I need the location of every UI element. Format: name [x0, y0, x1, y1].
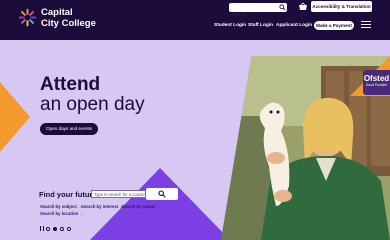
carousel-dot[interactable]: [60, 226, 64, 231]
orange-triangle-decoration: [0, 82, 30, 152]
ofsted-title: Ofsted: [363, 74, 390, 83]
ofsted-subtitle: Good Provider: [365, 83, 388, 87]
make-payment-button[interactable]: Make a Payment: [314, 21, 354, 30]
basket-icon[interactable]: [298, 2, 308, 12]
search-icon: [158, 190, 166, 198]
site-search: [229, 3, 287, 19]
course-search-button[interactable]: [146, 188, 178, 200]
site-header: Capital City College Accessibility & Tra…: [0, 0, 390, 40]
search-by-location-link[interactable]: Search by location →: [40, 211, 84, 216]
logo-line-2: City College: [41, 17, 96, 29]
carousel-dot[interactable]: [53, 226, 57, 231]
ofsted-badge: Ofsted Good Provider: [363, 70, 390, 95]
logo-line-1: Capital: [41, 7, 73, 18]
pause-icon[interactable]: [40, 226, 44, 231]
staff-login-link[interactable]: Staff Login: [248, 23, 273, 28]
college-name[interactable]: Capital City College: [41, 7, 96, 29]
carousel-dot[interactable]: [67, 226, 71, 231]
applicant-login-link[interactable]: Applicant Login: [276, 23, 312, 28]
open-days-button[interactable]: Open days and events: [40, 123, 98, 135]
find-your-future-heading: Find your future: [39, 190, 97, 199]
search-by-interest-link[interactable]: Search by interest →: [81, 204, 124, 209]
course-search-input[interactable]: Type to search for a course: [91, 190, 146, 198]
student-login-link[interactable]: Student Login: [214, 23, 246, 28]
search-input[interactable]: [229, 10, 281, 19]
search-by-career-link[interactable]: Search by career →: [121, 204, 161, 209]
hero-title-bold: Attend: [40, 74, 101, 95]
college-logo-icon[interactable]: [18, 8, 37, 27]
menu-icon[interactable]: [361, 21, 371, 29]
carousel-dot[interactable]: [46, 226, 50, 231]
search-by-subject-link[interactable]: Search by subject →: [40, 204, 82, 209]
accessibility-translation-button[interactable]: Accessibility & Translation: [311, 1, 372, 12]
hero-title: Attend an open day: [40, 75, 145, 115]
search-icon[interactable]: [279, 4, 286, 11]
hero-title-rest: an open day: [40, 94, 145, 115]
